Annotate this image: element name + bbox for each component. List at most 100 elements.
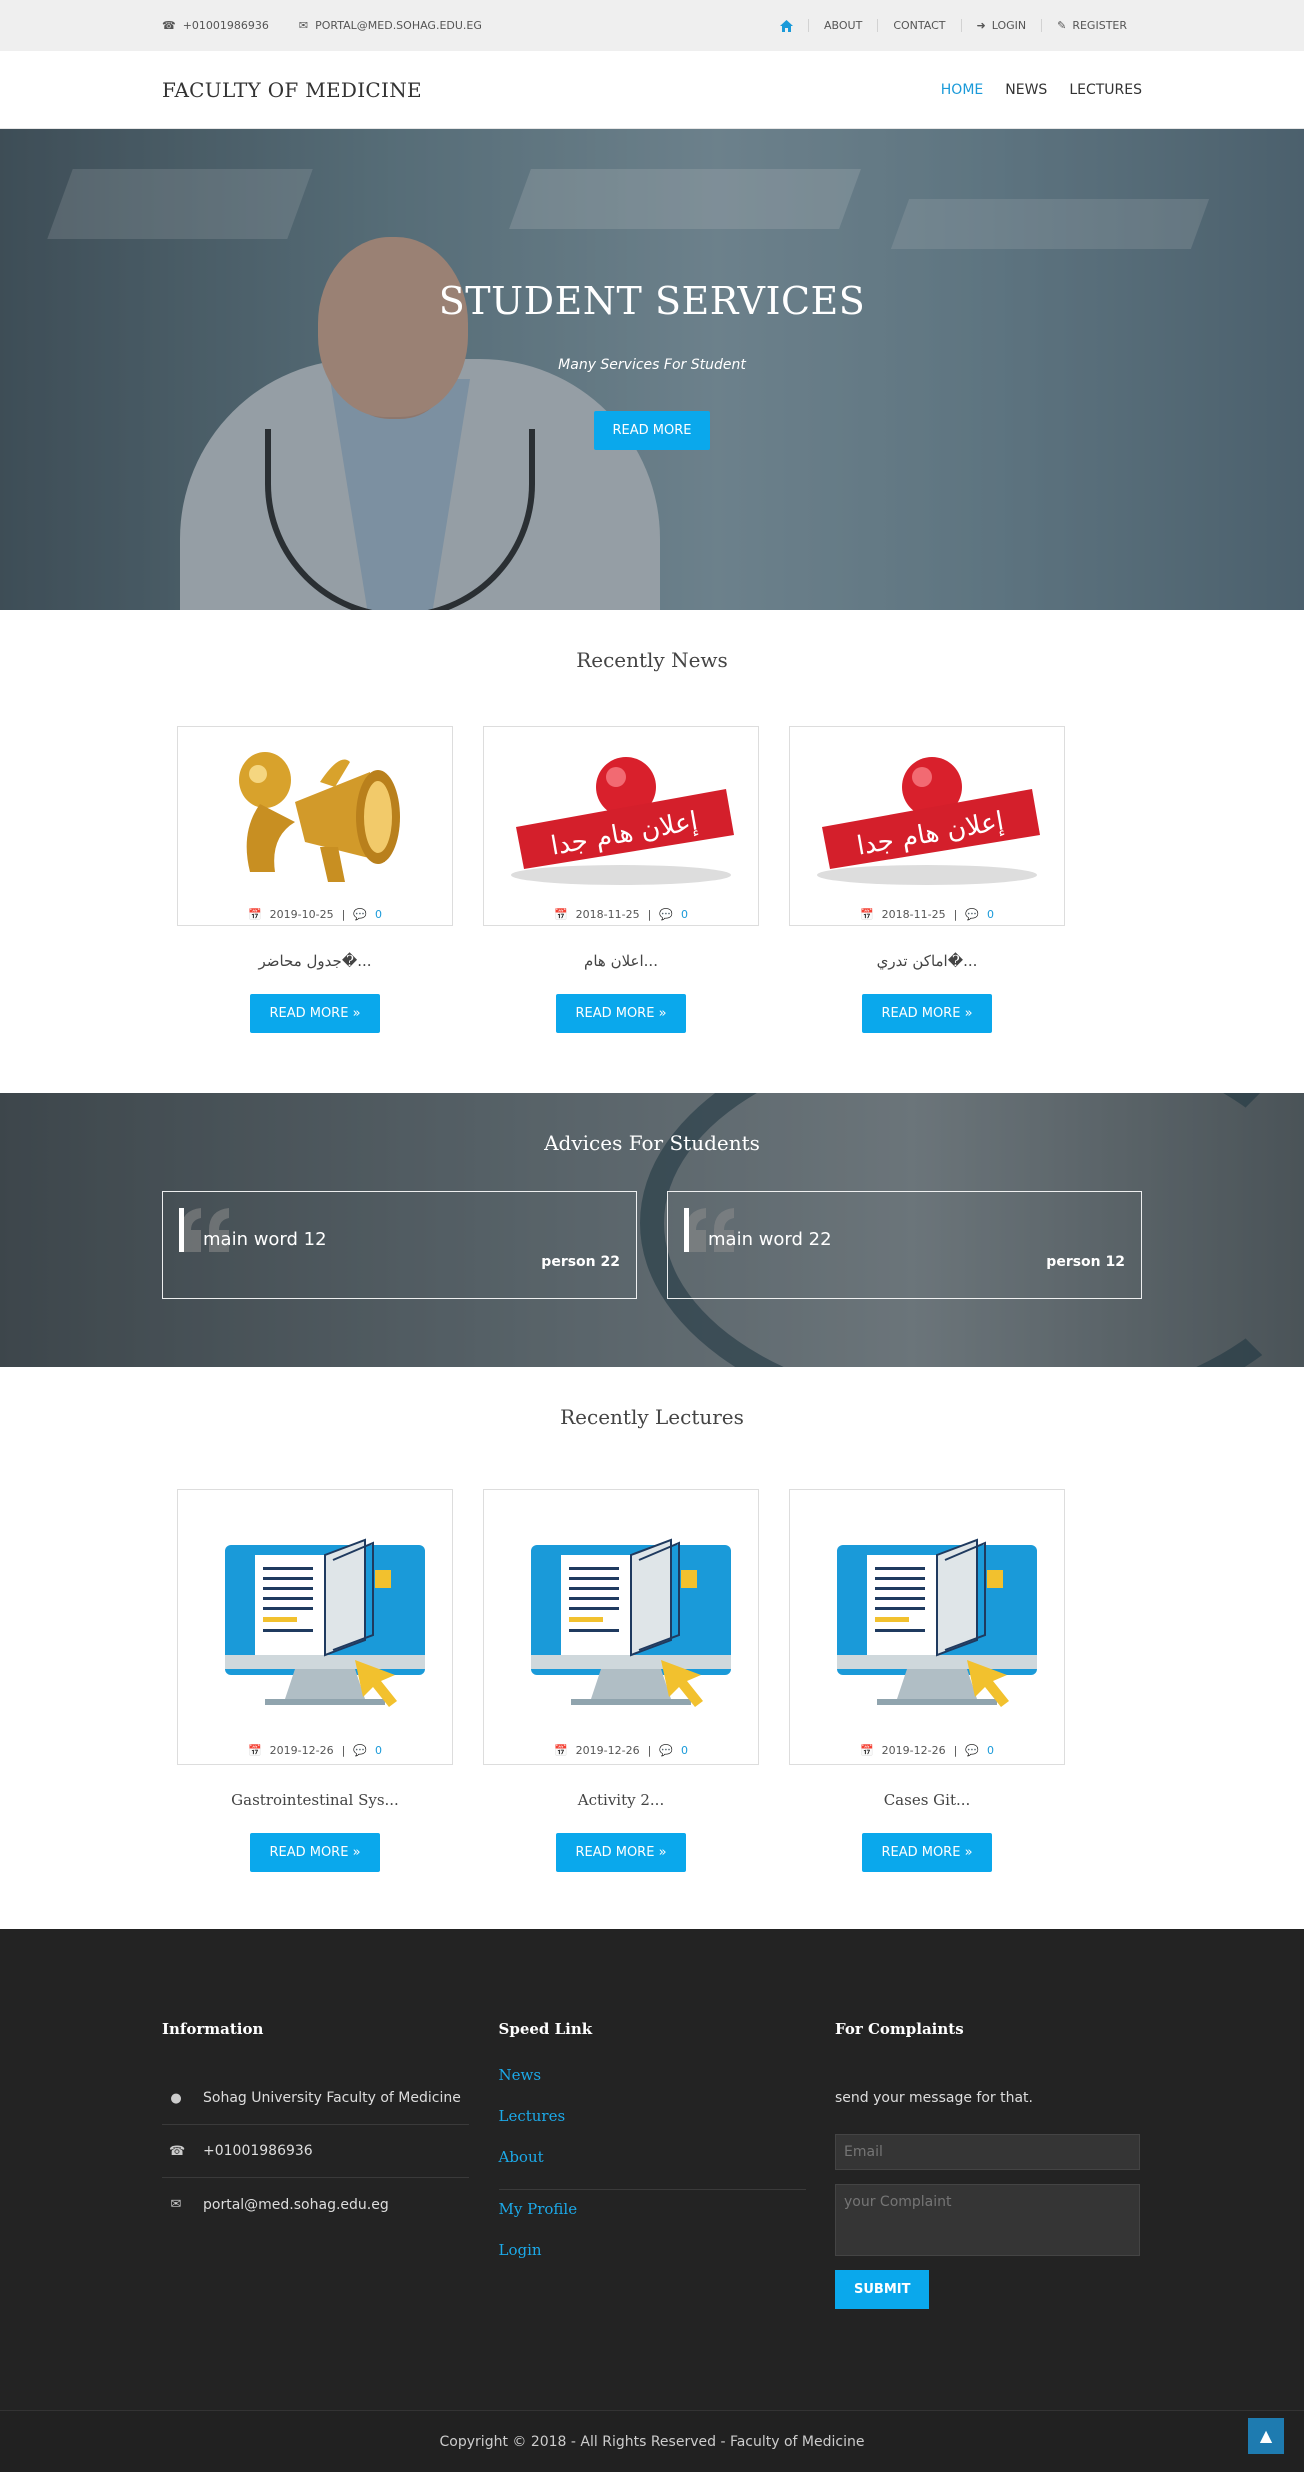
lecture-card-frame: 📅 2019-12-26 | 💬 0: [483, 1489, 759, 1765]
nav-news[interactable]: NEWS: [1005, 82, 1047, 98]
news-date: 2019-10-25: [269, 907, 334, 921]
hero-read-more-button[interactable]: READ MORE: [593, 411, 711, 450]
footer-link-login[interactable]: Login: [499, 2241, 806, 2282]
news-thumbnail[interactable]: إعلان هام جدا: [484, 727, 758, 907]
lecture-cards: 📅 2019-12-26 | 💬 0 Gastrointestinal Sys.…: [177, 1489, 1142, 1872]
lecture-read-more-button[interactable]: READ MORE »: [862, 1833, 992, 1872]
complaint-submit-button[interactable]: SUBMIT: [835, 2270, 930, 2309]
calendar-icon: 📅: [859, 907, 874, 921]
news-comment-count[interactable]: 0: [681, 908, 688, 921]
footer-link-news[interactable]: News: [499, 2066, 806, 2107]
topbar-contact-label[interactable]: CONTACT: [893, 19, 945, 32]
advice-quote-card: main word 22 person 12: [667, 1191, 1142, 1299]
lecture-comment-count[interactable]: 0: [681, 1744, 688, 1757]
footer-link-about[interactable]: About: [499, 2148, 806, 2189]
lecture-date: 2019-12-26: [269, 1743, 334, 1757]
nav-lectures[interactable]: LECTURES: [1069, 82, 1142, 98]
site-brand[interactable]: FACULTY OF MEDICINE: [162, 78, 422, 102]
footer-email-text[interactable]: portal@med.sohag.edu.eg: [203, 2197, 389, 2213]
lecture-card-title[interactable]: Activity 2...: [483, 1791, 759, 1809]
lecture-date: 2019-12-26: [575, 1743, 640, 1757]
lecture-thumbnail[interactable]: [484, 1490, 758, 1740]
lecture-read-more-button[interactable]: READ MORE »: [556, 1833, 686, 1872]
footer-info-title: Information: [162, 2020, 264, 2038]
topbar-register-link[interactable]: ✎ REGISTER: [1041, 19, 1142, 32]
hero-slider: STUDENT SERVICES Many Services For Stude…: [0, 129, 1304, 610]
topbar-email-text[interactable]: PORTAL@MED.SOHAG.EDU.EG: [315, 19, 482, 32]
footer-phone: ☎ +01001986936: [162, 2125, 469, 2178]
lecture-meta: 📅 2019-12-26 | 💬 0: [859, 1743, 995, 1757]
topbar-about-link[interactable]: ABOUT: [808, 19, 877, 32]
hero-title: STUDENT SERVICES: [438, 279, 866, 323]
news-read-more-button[interactable]: READ MORE »: [862, 994, 992, 1033]
news-read-more-button[interactable]: READ MORE »: [250, 994, 380, 1033]
lecture-card-title[interactable]: Gastrointestinal Sys...: [177, 1791, 453, 1809]
main-nav: HOME NEWS LECTURES: [941, 82, 1142, 98]
footer-speed-links: Speed Link News Lectures About My Profil…: [498, 2020, 806, 2309]
site-footer: Information ● Sohag University Faculty o…: [0, 1929, 1304, 2410]
news-card: 📅 2019-10-25 | 💬 0 جدول محاضر�... READ M…: [177, 726, 453, 1033]
lecture-comment-count[interactable]: 0: [375, 1744, 382, 1757]
news-date: 2018-11-25: [881, 907, 946, 921]
envelope-icon: ✉: [298, 19, 309, 32]
topbar-about-label[interactable]: ABOUT: [824, 19, 862, 32]
advice-quotes: main word 12 person 22 main word 22 pers…: [162, 1191, 1142, 1299]
e-book-monitor-image: [225, 1538, 425, 1707]
news-card-title[interactable]: اعلان هام...: [483, 952, 759, 970]
comments-icon: 💬: [659, 1743, 674, 1757]
news-card-frame: 📅 2019-10-25 | 💬 0: [177, 726, 453, 926]
hero-content: STUDENT SERVICES Many Services For Stude…: [0, 279, 1304, 450]
comments-icon: 💬: [965, 907, 980, 921]
news-card-frame: إعلان هام جدا 📅 2018-11-25 | 💬 0: [483, 726, 759, 926]
advice-quote-card: main word 12 person 22: [162, 1191, 637, 1299]
lecture-comment-count[interactable]: 0: [987, 1744, 994, 1757]
lecture-read-more-button[interactable]: READ MORE »: [250, 1833, 380, 1872]
envelope-icon: ✉: [170, 2197, 182, 2212]
lecture-meta: 📅 2019-12-26 | 💬 0: [247, 1743, 383, 1757]
news-comment-count[interactable]: 0: [375, 908, 382, 921]
lecture-card: 📅 2019-12-26 | 💬 0 Gastrointestinal Sys.…: [177, 1489, 453, 1872]
topbar-home-link[interactable]: [765, 19, 808, 32]
topbar-contact-link[interactable]: CONTACT: [877, 19, 960, 32]
comments-icon: 💬: [659, 907, 674, 921]
news-card: إعلان هام جدا 📅 2018-11-25 | 💬 0 اعلان ه…: [483, 726, 759, 1033]
news-cards: 📅 2019-10-25 | 💬 0 جدول محاضر�... READ M…: [177, 726, 1142, 1033]
lecture-thumbnail[interactable]: [790, 1490, 1064, 1740]
footer-complaints-title: For Complaints: [835, 2020, 964, 2038]
news-thumbnail[interactable]: إعلان هام جدا: [790, 727, 1064, 907]
footer-link-my-profile[interactable]: My Profile: [499, 2200, 806, 2241]
footer-address-text: Sohag University Faculty of Medicine: [203, 2090, 461, 2106]
news-read-more-button[interactable]: READ MORE »: [556, 994, 686, 1033]
footer-email[interactable]: ✉ portal@med.sohag.edu.eg: [162, 2178, 469, 2231]
copyright-bar: Copyright © 2018 - All Rights Reserved -…: [0, 2410, 1304, 2472]
copyright-text: Copyright © 2018 - All Rights Reserved -…: [439, 2434, 865, 2450]
topbar-email[interactable]: ✉ PORTAL@MED.SOHAG.EDU.EG: [299, 19, 482, 32]
home-icon: [780, 19, 794, 32]
topbar-login-label[interactable]: LOGIN: [992, 19, 1026, 32]
footer-links-title: Speed Link: [498, 2020, 593, 2038]
footer-complaints-text: send your message for that.: [835, 2090, 1033, 2106]
e-book-monitor-image: [531, 1538, 731, 1707]
lecture-thumbnail[interactable]: [178, 1490, 452, 1740]
footer-phone-text: +01001986936: [203, 2143, 313, 2159]
footer-links-list: News Lectures About My Profile Login: [498, 2066, 806, 2282]
nav-home[interactable]: HOME: [941, 82, 983, 98]
site-header: FACULTY OF MEDICINE HOME NEWS LECTURES: [0, 51, 1304, 129]
topbar-register-label[interactable]: REGISTER: [1072, 19, 1127, 32]
advice-text: main word 12: [203, 1229, 327, 1250]
footer-link-lectures[interactable]: Lectures: [499, 2107, 806, 2148]
lecture-card-title[interactable]: Cases Git...: [789, 1791, 1065, 1809]
news-card-title[interactable]: جدول محاضر�...: [177, 952, 453, 970]
news-thumbnail[interactable]: [178, 727, 452, 907]
advices-title: Advices For Students: [544, 1131, 760, 1155]
news-card-title[interactable]: اماكن تدري�...: [789, 952, 1065, 970]
news-comment-count[interactable]: 0: [987, 908, 994, 921]
announcement-image: إعلان هام جدا: [817, 757, 1040, 885]
complaint-textarea[interactable]: [835, 2184, 1140, 2256]
calendar-icon: 📅: [859, 1743, 874, 1757]
news-date: 2018-11-25: [575, 907, 640, 921]
lecture-card-frame: 📅 2019-12-26 | 💬 0: [789, 1489, 1065, 1765]
topbar-login-link[interactable]: ➜ LOGIN: [960, 19, 1042, 32]
complaint-email-input[interactable]: [835, 2134, 1140, 2170]
scroll-to-top-button[interactable]: ▲: [1248, 2418, 1284, 2454]
